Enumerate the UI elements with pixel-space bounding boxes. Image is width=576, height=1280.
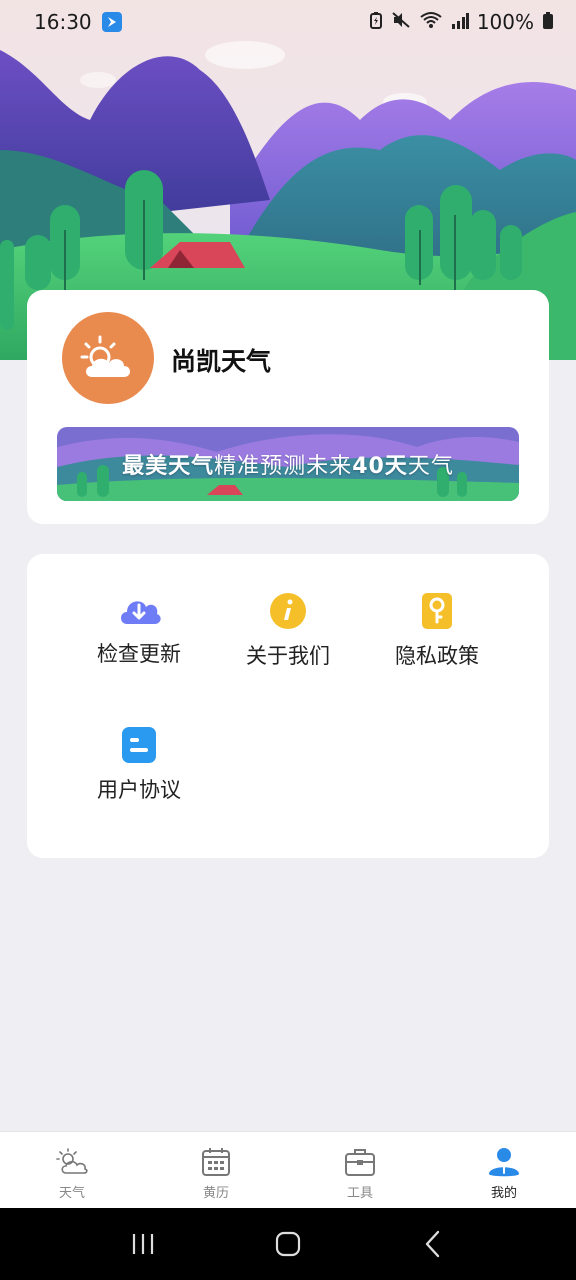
- sun-cloud-icon: [80, 335, 130, 377]
- mute-icon: [391, 10, 411, 34]
- battery-percent: 100%: [476, 10, 534, 34]
- user-agreement-label: 用户协议: [97, 778, 181, 802]
- signal-icon: [451, 10, 469, 34]
- nav-label-almanac: 黄历: [202, 1186, 229, 1201]
- nav-tab-mine[interactable]: 我的: [432, 1132, 576, 1209]
- status-bar: 16:30 100%: [0, 0, 576, 44]
- calendar-icon: [199, 1145, 233, 1179]
- recent-apps-button[interactable]: [119, 1220, 167, 1268]
- battery-saver-icon: [369, 10, 383, 34]
- status-time: 16:30: [34, 10, 92, 34]
- nav-tab-weather[interactable]: 天气: [0, 1132, 144, 1209]
- toolbox-icon: [343, 1145, 377, 1179]
- settings-menu-card: 检查更新 关于我们 隐私政策 用户协议: [27, 554, 549, 858]
- banner-text-1: 精准预测未来: [214, 454, 353, 479]
- about-us-label: 关于我们: [246, 644, 330, 668]
- notification-app-icon: [101, 12, 122, 32]
- nav-label-mine: 我的: [490, 1186, 517, 1201]
- app-name: 尚凯天气: [171, 347, 272, 376]
- system-navigation-bar: [0, 1208, 576, 1280]
- battery-icon: [542, 10, 554, 34]
- app-info-card: 尚凯天气 最美天气 精准预测未来 40天 天气: [27, 290, 549, 524]
- nav-tab-almanac[interactable]: 黄历: [144, 1132, 288, 1209]
- bottom-navigation: 天气 黄历 工具 我的: [0, 1131, 576, 1209]
- nav-tab-tools[interactable]: 工具: [288, 1132, 432, 1209]
- banner-highlight-2: 40天: [352, 454, 408, 479]
- wifi-icon: [419, 10, 443, 34]
- user-agreement-button[interactable]: 用户协议: [64, 688, 214, 802]
- info-icon: [264, 592, 312, 630]
- nav-label-tools: 工具: [346, 1186, 373, 1201]
- privacy-policy-label: 隐私政策: [395, 644, 479, 668]
- banner-text-2: 天气: [407, 454, 454, 479]
- banner-text: 最美天气 精准预测未来 40天 天气: [57, 427, 519, 501]
- recent-apps-icon: [132, 1234, 153, 1254]
- back-button[interactable]: [409, 1220, 457, 1268]
- nav-label-weather: 天气: [58, 1186, 85, 1201]
- home-icon: [275, 1231, 301, 1257]
- key-icon: [413, 592, 461, 630]
- profile-icon: [487, 1145, 521, 1179]
- home-button[interactable]: [264, 1220, 312, 1268]
- app-logo: [62, 312, 154, 404]
- weather-icon: [55, 1145, 89, 1179]
- cloud-download-icon: [115, 592, 163, 628]
- promo-banner[interactable]: 最美天气 精准预测未来 40天 天气: [57, 427, 519, 501]
- about-us-button[interactable]: 关于我们: [213, 554, 363, 668]
- check-update-label: 检查更新: [97, 642, 181, 666]
- screen: 16:30 100% 尚凯天气 最美天气 精准预测未来 40天 天气 检查更新 …: [0, 0, 576, 1280]
- document-icon: [115, 726, 163, 764]
- privacy-policy-button[interactable]: 隐私政策: [362, 554, 512, 668]
- banner-highlight-1: 最美天气: [122, 454, 215, 479]
- back-icon: [426, 1230, 440, 1258]
- check-update-button[interactable]: 检查更新: [64, 554, 214, 666]
